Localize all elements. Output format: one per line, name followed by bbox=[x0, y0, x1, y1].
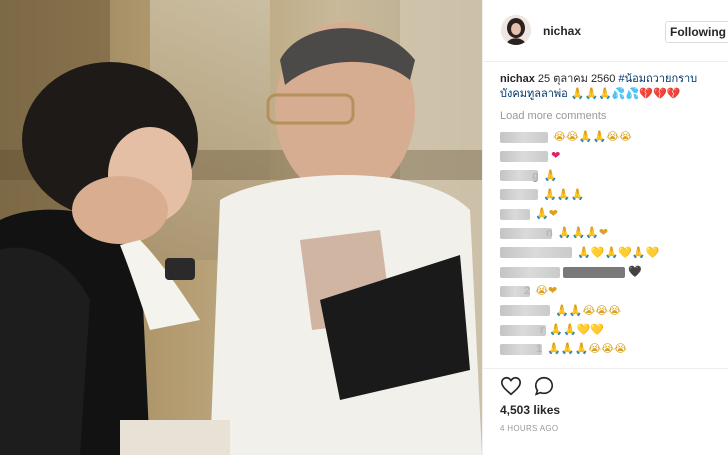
comment-text: 🙏🙏🙏❤ bbox=[557, 227, 609, 240]
blurred-username bbox=[500, 343, 542, 355]
caption-emoji: 🙏🙏🙏💦💦💔💔💔 bbox=[570, 88, 681, 100]
comment-text: 🙏🙏😭😭😭 bbox=[555, 304, 622, 317]
comment-row: 😭😭🙏🙏😭😭 bbox=[500, 128, 725, 147]
comment-text: 🙏🙏💛💛 bbox=[549, 323, 605, 336]
comment-row: 2 😭❤ bbox=[500, 282, 725, 301]
blurred-username bbox=[500, 247, 572, 259]
heart-outline-icon-svg bbox=[501, 376, 521, 396]
blurred-username bbox=[500, 285, 530, 297]
blurred-username bbox=[500, 266, 560, 278]
heart-outline-icon[interactable] bbox=[500, 375, 524, 399]
blurred-username bbox=[500, 131, 548, 143]
speech-bubble-icon-svg bbox=[534, 376, 554, 396]
post-photo bbox=[0, 0, 482, 455]
avatar[interactable] bbox=[501, 15, 531, 45]
comment-text: 🙏🙏🙏😭😭😭 bbox=[547, 343, 627, 356]
blurred-username bbox=[500, 228, 552, 240]
post-sidebar: nichax Following nichax 25 ตุลาคม 2560 #… bbox=[482, 0, 728, 455]
comment-row: n 🙏🙏🙏❤ bbox=[500, 224, 725, 243]
comment-text: 😭😭🙏🙏😭😭 bbox=[553, 131, 632, 143]
blurred-username bbox=[500, 150, 548, 162]
post-photo-illustration bbox=[0, 0, 482, 455]
blurred-username bbox=[500, 324, 546, 336]
post-header: nichax Following bbox=[483, 0, 728, 62]
comments-list: 😭😭🙏🙏😭😭 ❤ g 🙏 🙏🙏🙏 🙏❤ n 🙏🙏🙏❤ 🙏💛🙏💛🙏💛 bbox=[500, 128, 725, 368]
comment-row: 🖤 bbox=[500, 263, 725, 282]
comment-row: 🙏🙏🙏 bbox=[500, 186, 725, 205]
comment-row: 🙏💛🙏💛🙏💛 bbox=[500, 244, 725, 263]
comment-text: 🙏💛🙏💛🙏💛 bbox=[577, 246, 660, 259]
blurred-username bbox=[500, 170, 538, 182]
likes-count[interactable]: 4,503 likes bbox=[500, 403, 560, 417]
comment-text: ❤ bbox=[551, 150, 561, 163]
header-username[interactable]: nichax bbox=[543, 24, 581, 38]
comment-text: 🙏 bbox=[543, 169, 558, 182]
comment-row: 🙏🙏😭😭😭 bbox=[500, 302, 725, 321]
comment-row: r 🙏🙏💛💛 bbox=[500, 321, 725, 340]
action-bar: 4,503 likes 4 HOURS AGO bbox=[483, 368, 728, 455]
load-more-comments-link[interactable]: Load more comments bbox=[500, 110, 606, 122]
blurred-comment bbox=[563, 266, 626, 278]
comment-row: 🙏❤ bbox=[500, 205, 725, 224]
post-caption: nichax 25 ตุลาคม 2560 #น้อมถวายกราบ บังค… bbox=[500, 72, 724, 102]
caption-username[interactable]: nichax bbox=[500, 73, 535, 85]
blurred-username bbox=[500, 305, 550, 317]
blurred-username bbox=[500, 208, 530, 220]
comment-row: 1 🙏🙏🙏😭😭😭 bbox=[500, 340, 725, 359]
comment-text: 🖤 bbox=[628, 266, 642, 279]
caption-line2: บังคมทูลลาพ่อ bbox=[500, 88, 568, 100]
blurred-username bbox=[500, 189, 538, 201]
comment-text: 🙏❤ bbox=[535, 208, 558, 221]
caption-text: 25 ตุลาคม 2560 bbox=[537, 73, 616, 85]
comment-text: 🙏🙏🙏 bbox=[543, 188, 585, 201]
comment-row: g 🙏 bbox=[500, 167, 725, 186]
post-timestamp: 4 HOURS AGO bbox=[500, 424, 559, 433]
avatar-image bbox=[501, 15, 531, 45]
comment-text: 😭❤ bbox=[535, 285, 558, 298]
comment-row: ❤ bbox=[500, 147, 725, 166]
caption-hashtag[interactable]: #น้อมถวายกราบ bbox=[618, 73, 697, 85]
following-button[interactable]: Following bbox=[665, 21, 728, 43]
speech-bubble-icon[interactable] bbox=[533, 375, 557, 399]
